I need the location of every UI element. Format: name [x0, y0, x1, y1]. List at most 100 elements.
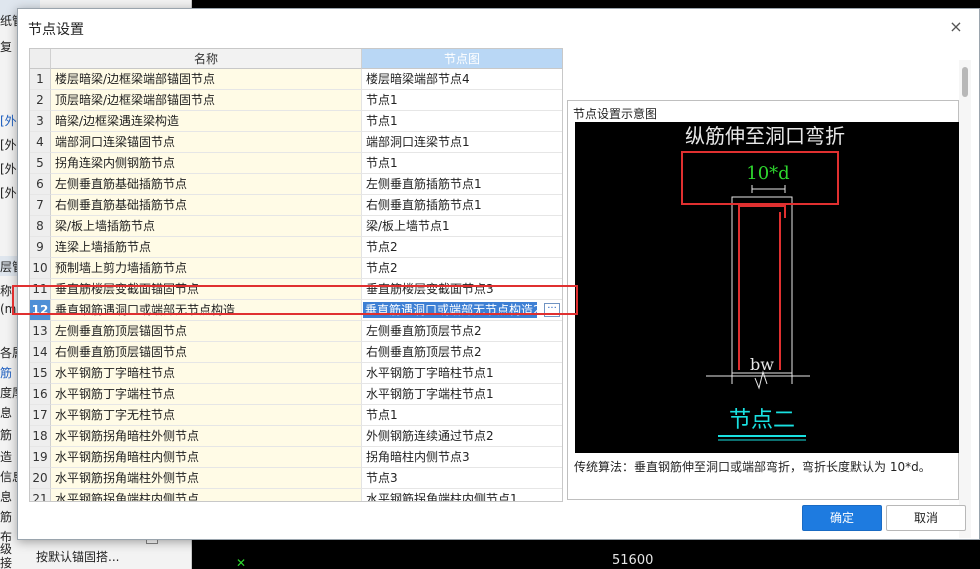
bg-item[interactable]: [外 — [0, 112, 17, 129]
table-row[interactable]: 4 端部洞口连梁锚固节点 端部洞口连梁节点1 — [30, 132, 562, 153]
row-name[interactable]: 水平钢筋拐角端柱外侧节点 — [51, 468, 362, 489]
break-mark — [754, 370, 768, 390]
table-row[interactable]: 6 左侧垂直筋基础插筋节点 左侧垂直筋插筋节点1 — [30, 174, 562, 195]
row-node[interactable]: 垂直筋遇洞口或端部无节点构造2 ··· — [362, 300, 562, 321]
row-name[interactable]: 水平钢筋拐角暗柱内侧节点 — [51, 447, 362, 468]
row-index[interactable]: 12 — [30, 300, 51, 321]
table-row[interactable]: 7 右侧垂直筋基础插筋节点 右侧垂直筋插筋节点1 — [30, 195, 562, 216]
row-name[interactable]: 垂直钢筋遇洞口或端部无节点构造 — [51, 300, 362, 321]
table-row[interactable]: 10 预制墙上剪力墙插筋节点 节点2 — [30, 258, 562, 279]
row-name[interactable]: 水平钢筋拐角暗柱外侧节点 — [51, 426, 362, 447]
row-index[interactable]: 6 — [30, 174, 51, 195]
table-row[interactable]: 9 连梁上墙插筋节点 节点2 — [30, 237, 562, 258]
table-row[interactable]: 12 垂直钢筋遇洞口或端部无节点构造 垂直筋遇洞口或端部无节点构造2 ··· — [30, 300, 562, 321]
row-node[interactable]: 节点2 — [362, 237, 562, 258]
table-row[interactable]: 3 暗梁/边框梁遇连梁构造 节点1 — [30, 111, 562, 132]
row-index[interactable]: 15 — [30, 363, 51, 384]
header-node[interactable]: 节点图 — [362, 49, 562, 69]
row-node[interactable]: 水平钢筋丁字暗柱节点1 — [362, 363, 562, 384]
table-row[interactable]: 21 水平钢筋拐角端柱内侧节点 水平钢筋拐角端柱内侧节点1 — [30, 489, 562, 501]
row-index[interactable]: 1 — [30, 69, 51, 90]
ellipsis-button[interactable]: ··· — [544, 303, 560, 317]
row-index[interactable]: 13 — [30, 321, 51, 342]
scroll-thumb[interactable] — [962, 67, 968, 97]
row-index[interactable]: 10 — [30, 258, 51, 279]
row-name[interactable]: 拐角连梁内侧钢筋节点 — [51, 153, 362, 174]
header-name[interactable]: 名称 — [51, 49, 362, 69]
bg-item[interactable]: [外 — [0, 136, 17, 153]
row-index[interactable]: 9 — [30, 237, 51, 258]
cancel-button[interactable]: 取消 — [886, 505, 966, 531]
row-name[interactable]: 连梁上墙插筋节点 — [51, 237, 362, 258]
row-node[interactable]: 外侧钢筋连续通过节点2 — [362, 426, 562, 447]
row-node[interactable]: 节点1 — [362, 90, 562, 111]
row-index[interactable]: 21 — [30, 489, 51, 501]
bg-item[interactable]: [外 — [0, 160, 17, 177]
row-node[interactable]: 水平钢筋丁字端柱节点1 — [362, 384, 562, 405]
table-row[interactable]: 19 水平钢筋拐角暗柱内侧节点 拐角暗柱内侧节点3 — [30, 447, 562, 468]
row-node[interactable]: 梁/板上墙节点1 — [362, 216, 562, 237]
row-node[interactable]: 楼层暗梁端部节点4 — [362, 69, 562, 90]
row-index[interactable]: 19 — [30, 447, 51, 468]
row-index[interactable]: 14 — [30, 342, 51, 363]
row-node[interactable]: 拐角暗柱内侧节点3 — [362, 447, 562, 468]
row-name[interactable]: 左侧垂直筋基础插筋节点 — [51, 174, 362, 195]
row-node[interactable]: 节点1 — [362, 405, 562, 426]
row-index[interactable]: 16 — [30, 384, 51, 405]
ok-button[interactable]: 确定 — [802, 505, 882, 531]
row-name[interactable]: 垂直筋楼层变截面锚固节点 — [51, 279, 362, 300]
diagram-title: 纵筋伸至洞口弯折 — [685, 124, 845, 148]
row-node[interactable]: 水平钢筋拐角端柱内侧节点1 — [362, 489, 562, 501]
row-index[interactable]: 11 — [30, 279, 51, 300]
row-index[interactable]: 18 — [30, 426, 51, 447]
row-name[interactable]: 顶层暗梁/边框梁端部锚固节点 — [51, 90, 362, 111]
row-node[interactable]: 节点1 — [362, 111, 562, 132]
row-index[interactable]: 5 — [30, 153, 51, 174]
row-index[interactable]: 2 — [30, 90, 51, 111]
row-node[interactable]: 端部洞口连梁节点1 — [362, 132, 562, 153]
table-row[interactable]: 1 楼层暗梁/边框梁端部锚固节点 楼层暗梁端部节点4 — [30, 69, 562, 90]
table-row[interactable]: 13 左侧垂直筋顶层锚固节点 左侧垂直筋顶层节点2 — [30, 321, 562, 342]
vertical-scrollbar[interactable] — [959, 60, 971, 538]
row-name[interactable]: 左侧垂直筋顶层锚固节点 — [51, 321, 362, 342]
table-row[interactable]: 17 水平钢筋丁字无柱节点 节点1 — [30, 405, 562, 426]
row-name[interactable]: 梁/板上墙插筋节点 — [51, 216, 362, 237]
row-index[interactable]: 4 — [30, 132, 51, 153]
row-index[interactable]: 3 — [30, 111, 51, 132]
row-name[interactable]: 水平钢筋丁字暗柱节点 — [51, 363, 362, 384]
row-name[interactable]: 预制墙上剪力墙插筋节点 — [51, 258, 362, 279]
row-index[interactable]: 8 — [30, 216, 51, 237]
row-node[interactable]: 左侧垂直筋顶层节点2 — [362, 321, 562, 342]
row-index[interactable]: 17 — [30, 405, 51, 426]
row-node[interactable]: 左侧垂直筋插筋节点1 — [362, 174, 562, 195]
row-name[interactable]: 水平钢筋丁字无柱节点 — [51, 405, 362, 426]
bg-item[interactable]: 复 — [0, 38, 12, 55]
table-row[interactable]: 2 顶层暗梁/边框梁端部锚固节点 节点1 — [30, 90, 562, 111]
row-index[interactable]: 20 — [30, 468, 51, 489]
table-row[interactable]: 16 水平钢筋丁字端柱节点 水平钢筋丁字端柱节点1 — [30, 384, 562, 405]
table-row[interactable]: 20 水平钢筋拐角端柱外侧节点 节点3 — [30, 468, 562, 489]
row-node[interactable]: 垂直筋楼层变截面节点3 — [362, 279, 562, 300]
table-row[interactable]: 18 水平钢筋拐角暗柱外侧节点 外侧钢筋连续通过节点2 — [30, 426, 562, 447]
table-row[interactable]: 15 水平钢筋丁字暗柱节点 水平钢筋丁字暗柱节点1 — [30, 363, 562, 384]
table-row[interactable]: 8 梁/板上墙插筋节点 梁/板上墙节点1 — [30, 216, 562, 237]
table-row[interactable]: 5 拐角连梁内侧钢筋节点 节点1 — [30, 153, 562, 174]
row-node[interactable]: 右侧垂直筋插筋节点1 — [362, 195, 562, 216]
row-node[interactable]: 右侧垂直筋顶层节点2 — [362, 342, 562, 363]
row-node[interactable]: 节点2 — [362, 258, 562, 279]
node-edit-field[interactable]: 垂直筋遇洞口或端部无节点构造2 — [363, 302, 537, 318]
row-name[interactable]: 暗梁/边框梁遇连梁构造 — [51, 111, 362, 132]
row-name[interactable]: 水平钢筋拐角端柱内侧节点 — [51, 489, 362, 501]
row-index[interactable]: 7 — [30, 195, 51, 216]
row-name[interactable]: 右侧垂直筋顶层锚固节点 — [51, 342, 362, 363]
row-name[interactable]: 水平钢筋丁字端柱节点 — [51, 384, 362, 405]
row-name[interactable]: 端部洞口连梁锚固节点 — [51, 132, 362, 153]
close-icon[interactable]: × — [947, 18, 965, 36]
row-name[interactable]: 右侧垂直筋基础插筋节点 — [51, 195, 362, 216]
row-name[interactable]: 楼层暗梁/边框梁端部锚固节点 — [51, 69, 362, 90]
table-row[interactable]: 14 右侧垂直筋顶层锚固节点 右侧垂直筋顶层节点2 — [30, 342, 562, 363]
bg-item[interactable]: [外 — [0, 184, 17, 201]
row-node[interactable]: 节点1 — [362, 153, 562, 174]
table-row[interactable]: 11 垂直筋楼层变截面锚固节点 垂直筋楼层变截面节点3 — [30, 279, 562, 300]
row-node[interactable]: 节点3 — [362, 468, 562, 489]
